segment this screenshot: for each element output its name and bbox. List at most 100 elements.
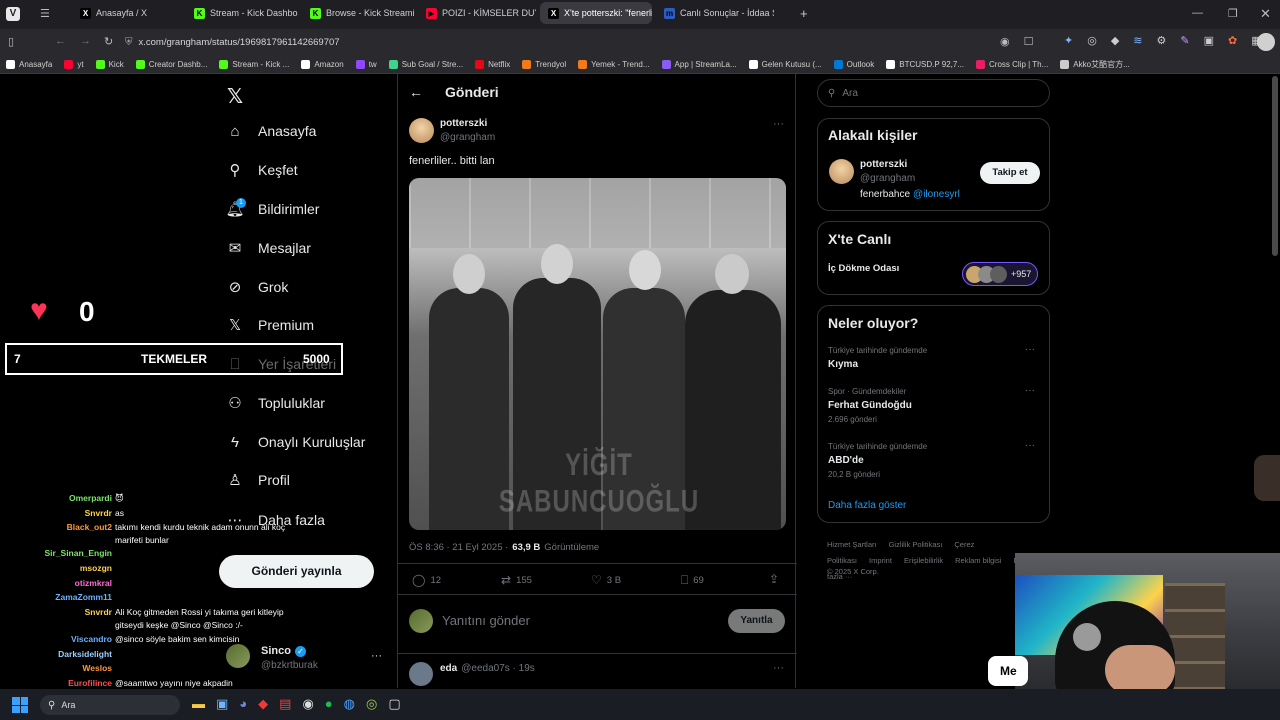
post-more-icon[interactable]: ··· [773, 118, 784, 130]
file-explorer-icon[interactable]: ▬ [192, 696, 205, 712]
extension-icon[interactable]: ▣ [1204, 34, 1214, 47]
reply-more-icon[interactable]: ··· [773, 662, 784, 674]
windows-start-icon[interactable] [12, 697, 28, 713]
bookmark-page-icon[interactable]: ☐ [1024, 35, 1034, 48]
taskbar-search[interactable]: ⚲ Ara [40, 695, 180, 715]
bookmark-item[interactable]: Netflix [475, 59, 510, 69]
discord-icon[interactable]: ◕ [239, 696, 247, 712]
app-icon[interactable]: ▢ [388, 696, 400, 712]
nav-item-premium[interactable]: 𝕏 Premium [226, 316, 314, 334]
bookmark-item[interactable]: Cross Clip | Th... [976, 59, 1048, 69]
post-button[interactable]: Gönderi yayınla [219, 555, 374, 588]
reply-input[interactable]: Yanıtını gönder [442, 613, 530, 628]
relevant-handle[interactable]: @grangham [860, 173, 915, 184]
back-arrow-icon[interactable]: ← [409, 84, 423, 100]
reply-button[interactable]: Yanıtla [728, 609, 785, 633]
nav-item-mesajlar[interactable]: ✉ Mesajlar [226, 239, 311, 257]
bookmark-item[interactable]: Stream - Kick ... [219, 59, 289, 69]
nav-item-profil[interactable]: ♙ Profil [226, 471, 290, 489]
footer-link[interactable]: Imprint [869, 556, 892, 565]
account-more-icon[interactable]: ··· [371, 650, 382, 662]
bookmark-item[interactable]: App | StreamLa... [661, 59, 737, 69]
trend-more-icon[interactable]: ··· [1025, 440, 1035, 451]
app-icon[interactable]: ◎ [366, 696, 377, 712]
browser-tab[interactable]: m Canlı Sonuçlar - İddaa Sonu [656, 2, 774, 24]
author-avatar[interactable] [409, 118, 434, 143]
vivaldi-icon[interactable]: ◆ [258, 696, 268, 712]
obs-icon[interactable]: ◉ [302, 696, 313, 712]
reply-author-name[interactable]: eda [440, 663, 457, 674]
bookmark-item[interactable]: yt [64, 59, 84, 69]
app-icon[interactable]: ◍ [344, 696, 355, 712]
spotify-icon[interactable]: ● [325, 696, 333, 712]
trend-name[interactable]: Ferhat Gündoğdu [828, 400, 912, 411]
bio-link[interactable]: @ilonesyrl [913, 189, 960, 200]
extension-icon[interactable]: ✿ [1228, 34, 1237, 47]
extension-icon[interactable]: ◆ [1111, 34, 1119, 47]
search-input[interactable]: Ara [842, 88, 858, 99]
trend-name[interactable]: ABD'de [828, 455, 864, 466]
author-handle[interactable]: @grangham [440, 132, 495, 143]
account-switcher[interactable]: Sinco ✓ [261, 645, 306, 657]
post-photo[interactable]: YİĞİT SABUNCUOĞLU [409, 178, 786, 530]
url-field[interactable]: ⛨ x.com/grangham/status/1969817961142669… [125, 33, 1005, 51]
bookmark-item[interactable]: Yemek - Trend... [578, 59, 650, 69]
browser-tab[interactable]: ▶ POIZI - KİMSELER DUYMAS [418, 2, 536, 24]
account-avatar[interactable] [226, 644, 250, 668]
app-icon[interactable]: ▤ [279, 696, 291, 712]
floating-messages-tab[interactable]: Me [988, 656, 1028, 686]
follow-button[interactable]: Takip et [980, 162, 1040, 184]
live-listeners[interactable]: +957 [962, 262, 1038, 286]
live-space-name[interactable]: İç Dökme Odası [828, 263, 899, 274]
profile-avatar[interactable] [1257, 33, 1275, 51]
store-icon[interactable]: ▣ [216, 696, 228, 712]
forward-icon[interactable]: → [80, 35, 91, 47]
bookmark-item[interactable]: Outlook [833, 59, 874, 69]
footer-link[interactable]: Erişilebilirlik [904, 556, 943, 565]
bookmark-item[interactable]: BTCUSD.P 92,7... [886, 59, 964, 69]
bookmark-item[interactable]: Akko艾酷官方... [1060, 59, 1130, 70]
extension-icon[interactable]: ✎ [1180, 34, 1189, 47]
relevant-avatar[interactable] [829, 159, 854, 184]
browser-tab[interactable]: K Browse - Kick Streaming [302, 2, 414, 24]
share-icon[interactable]: ⇪ [769, 572, 779, 586]
bookmark-item[interactable]: Kick [95, 59, 124, 69]
bookmark-action[interactable]: ⎕ 69 [681, 573, 704, 588]
reload-icon[interactable]: ↻ [104, 35, 113, 48]
bookmark-item[interactable]: Trendyol [522, 59, 566, 69]
relevant-name[interactable]: potterszki [860, 159, 907, 170]
bookmark-item[interactable]: tw [355, 59, 377, 69]
tab-stack-icon[interactable]: ☰ [40, 7, 50, 20]
reply-author-avatar[interactable] [409, 662, 433, 686]
page-scrollbar[interactable] [1272, 76, 1278, 256]
nav-item-onayl-kurulu-lar[interactable]: ϟ Onaylı Kuruluşlar [226, 433, 365, 451]
extension-icon[interactable]: ≋ [1133, 34, 1142, 47]
like-action[interactable]: ♡ 3 B [591, 573, 621, 587]
repost-action[interactable]: ⇄ 155 [501, 573, 532, 587]
new-tab-button[interactable]: + [800, 6, 808, 21]
nav-item-topluluklar[interactable]: ⚇ Topluluklar [226, 394, 325, 412]
extension-icon[interactable]: ◎ [1087, 34, 1097, 47]
bookmark-item[interactable]: Creator Dashb... [135, 59, 207, 69]
footer-link[interactable]: Reklam bilgisi [955, 556, 1001, 565]
nav-item-anasayfa[interactable]: ⌂ Anasayfa [226, 122, 316, 140]
sidebar-toggle-icon[interactable]: ▯ [8, 35, 14, 48]
trend-more-icon[interactable]: ··· [1025, 385, 1035, 396]
show-more-link[interactable]: Daha fazla göster [828, 500, 906, 511]
footer-link[interactable]: Hizmet Şartları [827, 540, 877, 549]
maximize-icon[interactable]: ❐ [1228, 7, 1238, 20]
reply-action[interactable]: ◯ 12 [412, 573, 441, 587]
back-icon[interactable]: ← [55, 35, 66, 47]
nav-item-ke-fet[interactable]: ⚲ Keşfet [226, 161, 298, 179]
browser-tab[interactable]: X X'te potterszki: "fenerliler.. b [540, 2, 652, 24]
browser-tab[interactable]: K Stream - Kick Dashboard [186, 2, 298, 24]
vivaldi-menu-icon[interactable]: V [6, 7, 20, 21]
author-name[interactable]: potterszki [440, 118, 487, 129]
bookmark-item[interactable]: Amazon [301, 59, 344, 69]
x-logo-icon[interactable]: 𝕏 [227, 84, 243, 109]
trend-name[interactable]: Kıyma [828, 359, 858, 370]
bookmark-item[interactable]: Anasayfa [6, 59, 52, 69]
minimize-icon[interactable]: — [1192, 7, 1203, 19]
extension-icon[interactable]: ⚙ [1157, 34, 1167, 47]
close-window-icon[interactable]: ✕ [1260, 6, 1271, 22]
